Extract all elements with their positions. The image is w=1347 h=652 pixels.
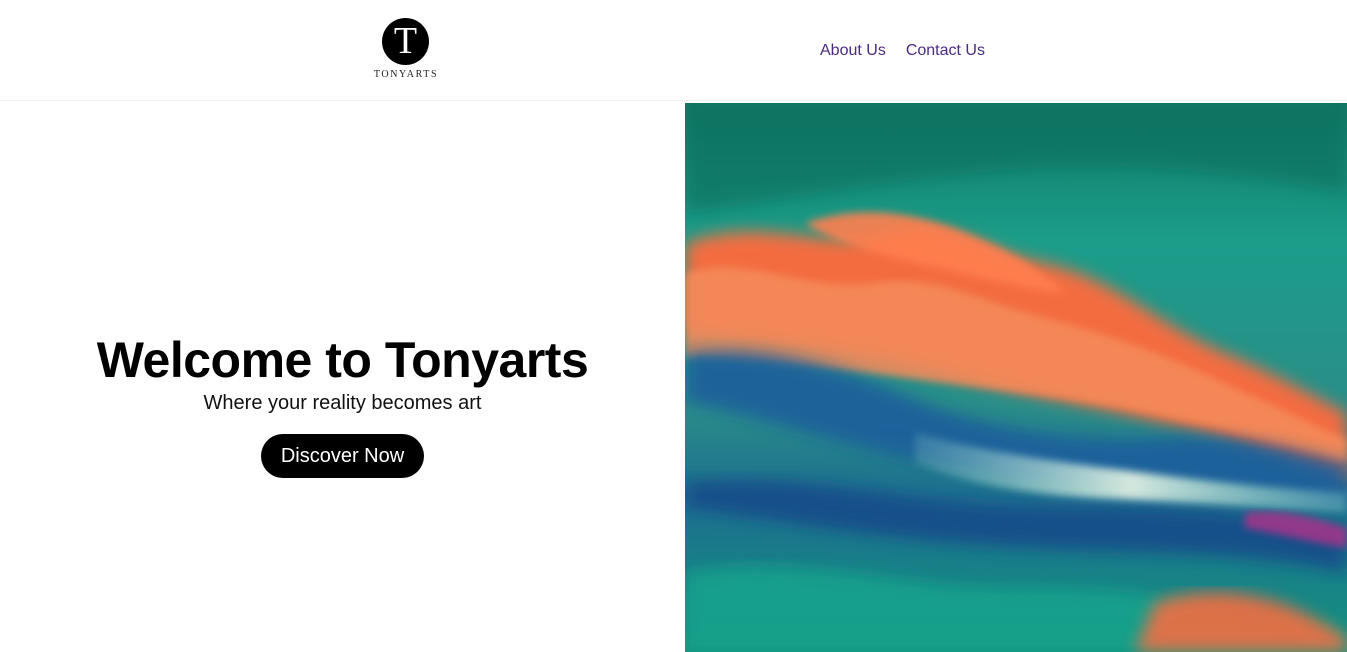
hero-art-image: [685, 103, 1347, 652]
hero-text-section: Welcome to Tonyarts Where your reality b…: [0, 102, 685, 652]
nav-link-about-us[interactable]: About Us: [820, 40, 886, 62]
tonyarts-logo[interactable]: T TONYARTS: [366, 16, 446, 82]
main-navigation: About Us Contact Us: [820, 40, 985, 62]
nav-link-contact-us[interactable]: Contact Us: [906, 40, 985, 62]
hero-title: Welcome to Tonyarts: [96, 332, 589, 388]
discover-now-button[interactable]: Discover Now: [261, 434, 424, 478]
logo-wordmark: TONYARTS: [373, 69, 439, 80]
site-header: T TONYARTS About Us Contact Us: [0, 0, 1347, 101]
hero-subtitle: Where your reality becomes art: [203, 392, 482, 414]
logo-monogram-icon: T: [382, 18, 429, 65]
abstract-painting-clouds-image: [685, 103, 1347, 652]
